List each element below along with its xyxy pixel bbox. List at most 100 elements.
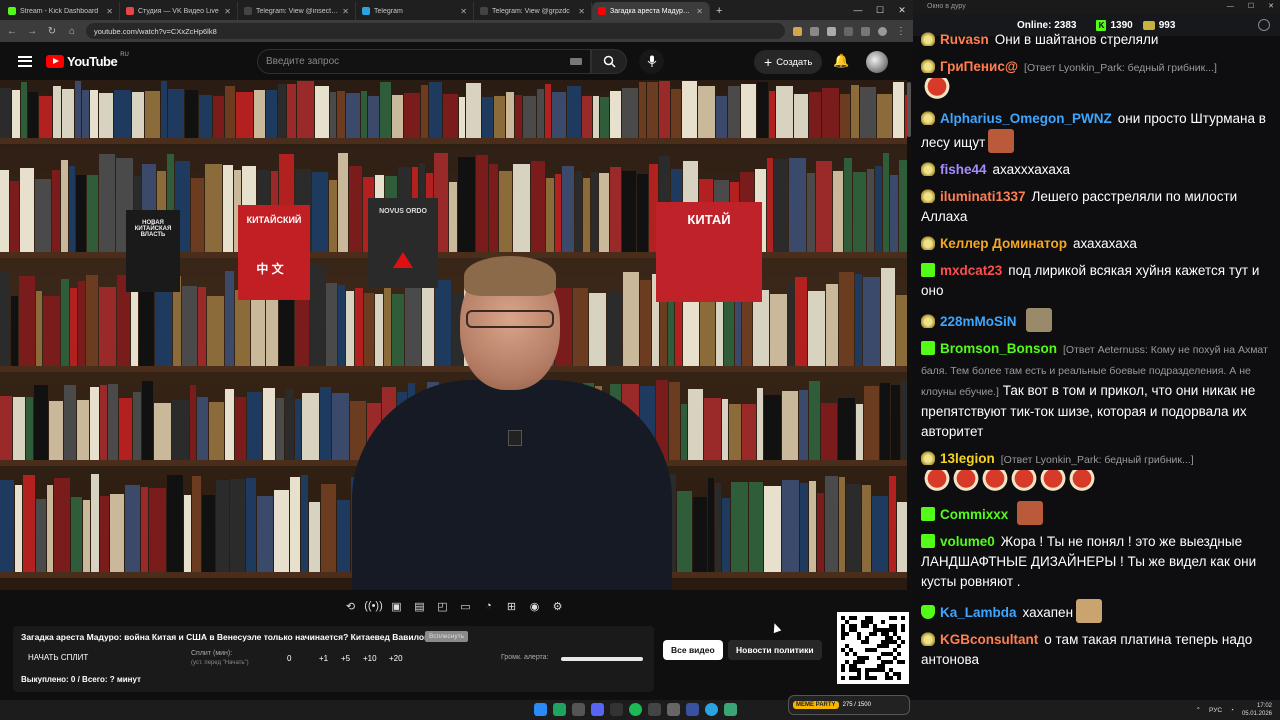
chat-username[interactable]: 13legion [940,451,995,466]
close-icon[interactable]: ✕ [1268,0,1274,14]
increment-button-5[interactable]: +5 [341,654,350,663]
url-field[interactable]: youtube.com/watch?v=CXxZcHp6lk8 [86,23,785,39]
new-tab-button[interactable]: + [710,2,728,20]
create-button[interactable]: + Создать [754,50,823,74]
chat-username[interactable]: volume0 [940,534,995,549]
close-tab-icon[interactable]: ✕ [342,7,349,16]
chat-username[interactable]: mxdcat23 [940,263,1002,278]
camera-icon[interactable]: ◉ [526,598,543,615]
reply-reference[interactable]: [Ответ Lyonkin_Park: бедный грибник...] [1001,454,1194,466]
home-icon[interactable]: ⌂ [66,26,78,37]
book [821,403,837,460]
mushroom-emote [1011,470,1037,494]
close-icon[interactable]: ✕ [891,0,913,20]
bell-icon[interactable]: 🔔 [833,53,849,69]
search-placeholder: Введите запрос [266,56,340,67]
clock[interactable]: 17:02 05.01.2026 [1242,702,1272,718]
tray-chevron-icon[interactable]: ⌃ [1196,706,1201,714]
chat-username[interactable]: Ruvasn [940,32,989,47]
video-player[interactable]: НОВАЯ КИТАЙСКАЯ ВЛАСТЬ КИТАЙСКИЙ 中 文 NOVUS … [0,80,907,590]
profile-icon[interactable] [878,26,887,36]
voice-search-button[interactable] [639,49,664,74]
browser-tab[interactable]: Telegram: View @grpzdc ✕ [474,2,592,20]
close-tab-icon[interactable]: ✕ [460,7,467,16]
pip-icon[interactable]: ◰ [434,598,451,615]
chip-policy-news[interactable]: Новости политики [728,640,822,660]
browser-tab[interactable]: Stream - Kick Dashboard ✕ [2,2,120,20]
back-icon[interactable]: ← [6,26,18,37]
language-indicator[interactable]: РУС [1209,707,1222,714]
chat-username[interactable]: Келлер Доминатор [940,236,1067,251]
spotify-icon[interactable] [629,703,642,716]
search-button[interactable] [591,49,627,74]
avatar[interactable] [866,51,888,73]
chat-username[interactable]: 228mMoSiN [940,314,1017,329]
start-icon[interactable] [534,703,547,716]
maximize-icon[interactable]: ☐ [1248,0,1254,14]
search-input[interactable]: Введите запрос [257,49,591,74]
chrome-icon[interactable] [553,703,566,716]
puzzle-icon[interactable] [844,26,853,36]
increment-button-1[interactable]: +1 [319,654,328,663]
start-split-button[interactable]: НАЧАТЬ СПЛИТ [28,653,88,662]
keyboard-icon[interactable] [570,58,582,65]
close-tab-icon[interactable]: ✕ [696,7,703,16]
broadcast-icon[interactable]: ((•)) [364,598,383,615]
extension-icon[interactable] [827,26,836,36]
extension-icon[interactable] [793,26,802,36]
close-tab-icon[interactable]: ✕ [106,7,113,16]
minimize-icon[interactable]: — [847,0,869,20]
chat-username[interactable]: Alpharius_Omegon_PWNZ [940,111,1112,126]
increment-button-10[interactable]: +10 [363,654,377,663]
chat-username[interactable]: Bromson_Bonson [940,341,1057,356]
chat-username[interactable]: KGBconsultant [940,632,1038,647]
close-tab-icon[interactable]: ✕ [578,7,585,16]
forward-icon[interactable]: → [26,26,38,37]
frames-icon[interactable]: ▤ [411,598,428,615]
chat-username[interactable]: ГриПенис@ [940,59,1018,74]
chat-username[interactable]: iluminati1337 [940,189,1026,204]
screenshot-icon[interactable]: ▣ [388,598,405,615]
browser-tab[interactable]: Студия — VK Видео Live ✕ [120,2,238,20]
menu-icon[interactable]: ⋮ [895,26,907,37]
splash-badge-button[interactable]: Всплеснуть [425,631,468,642]
meme-party-widget[interactable]: MEME PARTY 275 / 1500 [788,695,910,715]
loop-icon[interactable]: ⟲ [342,598,359,615]
chat-username[interactable]: fishe44 [940,162,987,177]
page-scrollbar[interactable] [907,82,911,137]
reload-icon[interactable]: ↻ [46,26,58,37]
network-icon[interactable]: ◔ [1230,707,1234,714]
maximize-icon[interactable]: ☐ [869,0,891,20]
telegram-icon[interactable] [705,703,718,716]
explorer-icon[interactable] [572,703,585,716]
alert-volume-slider[interactable] [561,657,643,661]
theater-icon[interactable]: ▭ [457,598,474,615]
reply-reference[interactable]: [Ответ Lyonkin_Park: бедный грибник...] [1024,62,1217,74]
youtube-logo[interactable]: YouTube RU [46,52,129,69]
speed-icon[interactable]: ◔ [480,598,497,615]
steam-icon[interactable] [610,703,623,716]
obs-icon[interactable] [648,703,661,716]
browser-tab[interactable]: Загадка ареста Мадуро: войн ✕ [592,2,710,20]
book [839,477,845,572]
app-icon[interactable] [724,703,737,716]
add-frame-icon[interactable]: ⊞ [503,598,520,615]
split-minutes-value[interactable]: 0 [287,654,291,663]
chat-username[interactable]: Ka_Lambda [940,605,1017,620]
hamburger-menu-icon[interactable] [18,55,32,67]
minimize-icon[interactable]: — [1227,0,1234,14]
download-icon[interactable] [861,26,870,36]
book [230,478,245,572]
settings-icon[interactable]: ⚙ [549,598,566,615]
increment-button-20[interactable]: +20 [389,654,403,663]
extension-icon[interactable] [810,26,819,36]
browser-tab[interactable]: Telegram ✕ [356,2,474,20]
chat-username[interactable]: Commixxx [940,507,1008,522]
book [545,84,551,138]
discord-icon[interactable] [591,703,604,716]
browser-tab[interactable]: Telegram: View @insect_life ✕ [238,2,356,20]
media-player-icon[interactable] [686,703,699,716]
chip-all-videos[interactable]: Все видео [663,640,723,660]
app-icon[interactable] [667,703,680,716]
close-tab-icon[interactable]: ✕ [224,7,231,16]
